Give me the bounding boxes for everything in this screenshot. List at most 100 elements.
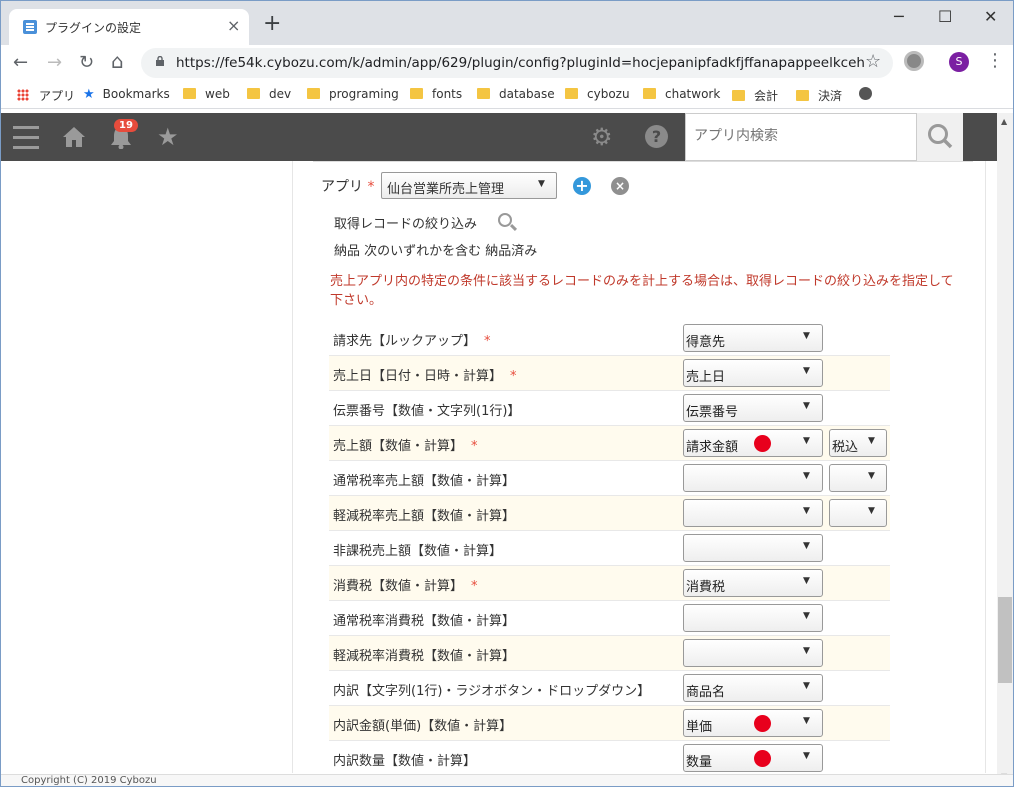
bookmark-fonts[interactable]: fonts xyxy=(410,87,462,101)
field-label: 内訳金額(単価)【数値・計算】 xyxy=(333,719,513,734)
tab-close-icon[interactable]: × xyxy=(227,17,240,35)
field-row: 内訳数量【数値・計算】 数量 ▼ xyxy=(329,741,890,776)
filter-condition: 納品 次のいずれかを含む 納品済み xyxy=(334,244,538,259)
red-dot-marker xyxy=(754,435,771,452)
field-select[interactable]: 得意先 ▼ xyxy=(683,324,823,352)
app-label: アプリ * xyxy=(321,179,375,195)
kintone-favicon-icon xyxy=(23,20,37,34)
folder-icon xyxy=(796,90,809,101)
bookmark-dev[interactable]: dev xyxy=(247,87,291,101)
chevron-down-icon: ▼ xyxy=(538,179,545,189)
field-select[interactable]: ▼ xyxy=(683,604,823,632)
settings-gear-icon[interactable]: ⚙ xyxy=(591,123,613,151)
field-select[interactable]: ▼ xyxy=(683,639,823,667)
home-button[interactable]: ⌂ xyxy=(111,49,124,73)
tab-title: プラグインの設定 xyxy=(45,21,142,35)
field-select[interactable]: 売上日 ▼ xyxy=(683,359,823,387)
required-mark: * xyxy=(471,439,478,454)
field-row: 軽減税率売上額【数値・計算】 ▼ ▼ xyxy=(329,496,890,531)
tax-select[interactable]: ▼ xyxy=(829,499,887,527)
hamburger-menu-icon[interactable] xyxy=(13,126,39,149)
url-text[interactable]: https://fe54k.cybozu.com/k/admin/app/629… xyxy=(176,55,865,71)
home-icon[interactable] xyxy=(62,125,86,149)
folder-icon xyxy=(477,88,490,99)
favorites-star-icon[interactable]: ★ xyxy=(157,124,179,150)
bookmark-programing[interactable]: programing xyxy=(307,87,399,101)
maximize-button[interactable]: ☐ xyxy=(938,7,952,27)
chrome-menu-icon[interactable]: ⋮ xyxy=(986,51,1004,71)
field-select[interactable]: 単価 ▼ xyxy=(683,709,823,737)
bookmark-globe[interactable] xyxy=(859,87,872,103)
tax-select-value: 税込 xyxy=(832,440,859,455)
chevron-down-icon: ▼ xyxy=(803,331,810,341)
bookmark-apps[interactable]: アプリ xyxy=(17,87,75,104)
field-label: 通常税率消費税【数値・計算】 xyxy=(333,614,516,629)
chevron-down-icon: ▼ xyxy=(803,611,810,621)
minimize-button[interactable]: ─ xyxy=(894,7,904,27)
forward-button[interactable]: → xyxy=(47,51,62,75)
close-window-button[interactable]: ✕ xyxy=(984,7,997,27)
field-row: 通常税率消費税【数値・計算】 ▼ xyxy=(329,601,890,636)
add-app-button[interactable]: + xyxy=(573,177,591,195)
field-label: 軽減税率売上額【数値・計算】 xyxy=(333,509,516,524)
profile-avatar[interactable]: S xyxy=(949,52,969,72)
bookmark-web[interactable]: web xyxy=(183,87,230,101)
field-select[interactable]: 商品名 ▼ xyxy=(683,674,823,702)
app-select[interactable]: 仙台営業所売上管理 ▼ xyxy=(381,172,557,199)
field-select[interactable]: 伝票番号 ▼ xyxy=(683,394,823,422)
field-select[interactable]: ▼ xyxy=(683,499,823,527)
omnibox[interactable]: https://fe54k.cybozu.com/k/admin/app/629… xyxy=(141,48,893,78)
field-select[interactable]: 請求金額 ▼ xyxy=(683,429,823,457)
new-tab-button[interactable]: + xyxy=(263,13,281,35)
chevron-down-icon: ▼ xyxy=(868,506,875,516)
globe-icon xyxy=(859,87,872,100)
app-search-button[interactable] xyxy=(917,113,963,161)
field-label: 伝票番号【数値・文字列(1行)】 xyxy=(333,404,521,419)
field-row: 消費税【数値・計算】 * 消費税 ▼ xyxy=(329,566,890,601)
filter-search-icon[interactable] xyxy=(498,213,512,227)
field-select[interactable]: ▼ xyxy=(683,464,823,492)
red-dot-marker xyxy=(754,750,771,767)
notification-count-badge: 19 xyxy=(114,119,138,132)
bookmark-bookmarks[interactable]: ★ Bookmarks xyxy=(83,87,170,102)
scroll-up-icon[interactable]: ▲ xyxy=(1001,117,1007,126)
tax-select[interactable]: ▼ xyxy=(829,464,887,492)
address-toolbar: ← → ↻ ⌂ https://fe54k.cybozu.com/k/admin… xyxy=(1,45,1013,81)
required-mark: * xyxy=(471,579,478,594)
chevron-down-icon: ▼ xyxy=(803,436,810,446)
field-select-value: 数量 xyxy=(686,755,713,770)
bookmark-chatwork[interactable]: chatwork xyxy=(643,87,720,101)
chevron-down-icon: ▼ xyxy=(803,471,810,481)
tab-plugin-settings[interactable]: プラグインの設定 × xyxy=(9,9,249,45)
required-mark: * xyxy=(510,369,517,384)
field-row: 内訳金額(単価)【数値・計算】 単価 ▼ xyxy=(329,706,890,741)
field-select[interactable]: 消費税 ▼ xyxy=(683,569,823,597)
help-icon[interactable]: ? xyxy=(645,125,668,148)
remove-app-button[interactable]: × xyxy=(611,177,629,195)
divider xyxy=(313,161,973,162)
bookmark-cybozu[interactable]: cybozu xyxy=(565,87,630,101)
content-right-border xyxy=(985,161,986,773)
field-select-value: 伝票番号 xyxy=(686,405,739,420)
field-label: 非課税売上額【数値・計算】 xyxy=(333,544,503,559)
back-button[interactable]: ← xyxy=(13,51,28,75)
footer: Copyright (C) 2019 Cybozu xyxy=(1,774,1013,786)
field-select[interactable]: 数量 ▼ xyxy=(683,744,823,772)
field-label: 売上日【日付・日時・計算】 * xyxy=(333,369,517,384)
bookmark-star-icon[interactable]: ☆ xyxy=(865,51,881,72)
bookmark-kaikei[interactable]: 会計 xyxy=(732,87,778,104)
app-search-input[interactable] xyxy=(694,128,894,144)
field-row: 請求先【ルックアップ】 * 得意先 ▼ xyxy=(329,321,890,356)
folder-icon xyxy=(247,88,260,99)
chevron-down-icon: ▼ xyxy=(803,751,810,761)
bookmark-kessai[interactable]: 決済 xyxy=(796,87,842,104)
field-select[interactable]: ▼ xyxy=(683,534,823,562)
folder-icon xyxy=(732,90,745,101)
field-row: 伝票番号【数値・文字列(1行)】 伝票番号 ▼ xyxy=(329,391,890,426)
chevron-down-icon: ▼ xyxy=(803,576,810,586)
extension-icon[interactable] xyxy=(904,51,924,71)
scrollbar-thumb[interactable] xyxy=(998,597,1012,683)
reload-button[interactable]: ↻ xyxy=(79,51,94,75)
bookmark-database[interactable]: database xyxy=(477,87,555,101)
tax-select[interactable]: 税込 ▼ xyxy=(829,429,887,457)
